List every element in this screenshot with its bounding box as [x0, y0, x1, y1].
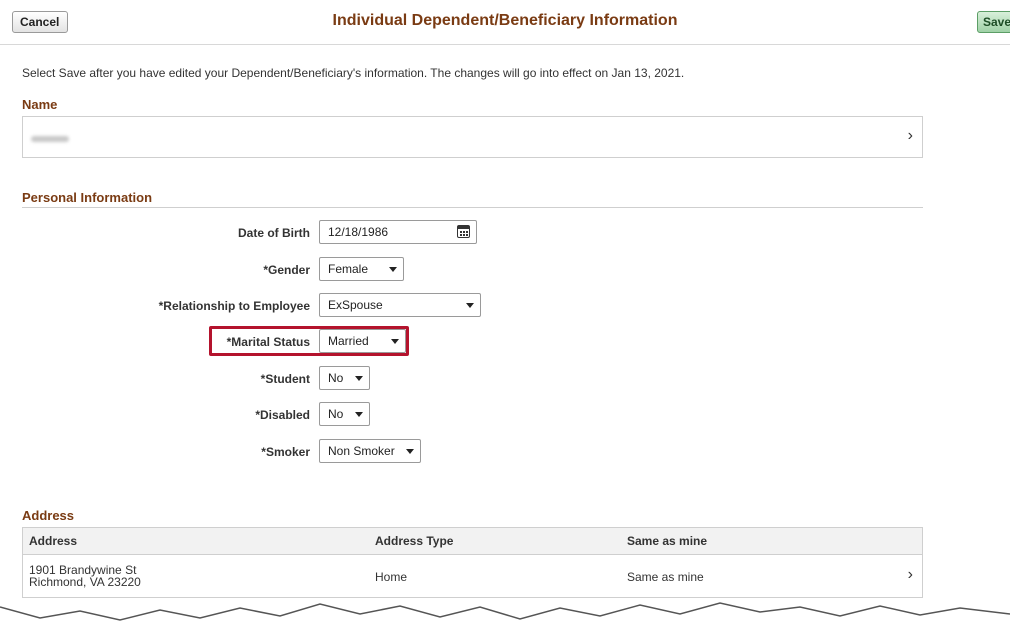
chevron-right-icon: ›: [907, 566, 913, 583]
address-heading: Address: [22, 508, 75, 523]
name-row[interactable]: ›: [22, 116, 923, 158]
chevron-right-icon: ›: [907, 127, 913, 144]
section-divider: [22, 207, 923, 208]
personal-info-heading: Personal Information: [22, 190, 153, 205]
page-header: Cancel Individual Dependent/Beneficiary …: [0, 0, 1010, 44]
chevron-down-icon: [406, 449, 414, 454]
smoker-label: *Smoker: [261, 445, 310, 459]
smoker-select[interactable]: Non Smoker: [319, 439, 421, 463]
name-heading: Name: [22, 97, 58, 112]
gender-value: Female: [328, 262, 369, 276]
address-table: Address Address Type Same as mine 1901 B…: [22, 527, 923, 598]
disabled-select[interactable]: No: [319, 402, 370, 426]
address-type-value: Home: [375, 570, 408, 584]
instructions-text: Select Save after you have edited your D…: [22, 66, 685, 80]
same-as-mine-value: Same as mine: [627, 570, 704, 584]
table-row[interactable]: 1901 Brandywine St Richmond, VA 23220 Ho…: [23, 555, 922, 598]
gender-select[interactable]: Female: [319, 257, 404, 281]
gender-label: *Gender: [263, 263, 310, 277]
column-header-address-type: Address Type: [375, 534, 454, 548]
dob-input[interactable]: 12/18/1986: [319, 220, 477, 244]
highlight-box: [209, 326, 409, 356]
student-select[interactable]: No: [319, 366, 370, 390]
chevron-down-icon: [355, 376, 363, 381]
student-label: *Student: [260, 372, 310, 386]
disabled-label: *Disabled: [255, 408, 310, 422]
chevron-down-icon: [355, 412, 363, 417]
header-divider: [0, 44, 1010, 45]
dob-value: 12/18/1986: [328, 225, 389, 239]
relationship-label: *Relationship to Employee: [158, 299, 310, 313]
page-title: Individual Dependent/Beneficiary Informa…: [332, 12, 678, 29]
column-header-same-as-mine: Same as mine: [627, 534, 708, 548]
calendar-icon[interactable]: [457, 225, 470, 238]
relationship-select[interactable]: ExSpouse: [319, 293, 481, 317]
table-header: Address Address Type Same as mine: [23, 528, 922, 555]
student-value: No: [328, 371, 344, 385]
redacted-name: [31, 136, 69, 142]
relationship-value: ExSpouse: [328, 298, 383, 312]
chevron-down-icon: [389, 267, 397, 272]
save-button[interactable]: Save: [977, 11, 1010, 33]
disabled-value: No: [328, 407, 344, 421]
dob-label: Date of Birth: [238, 226, 310, 240]
chevron-down-icon: [466, 303, 474, 308]
smoker-value: Non Smoker: [328, 444, 395, 458]
column-header-address: Address: [29, 534, 78, 548]
torn-edge-decoration: [0, 602, 1010, 633]
address-line2: Richmond, VA 23220: [29, 575, 141, 589]
